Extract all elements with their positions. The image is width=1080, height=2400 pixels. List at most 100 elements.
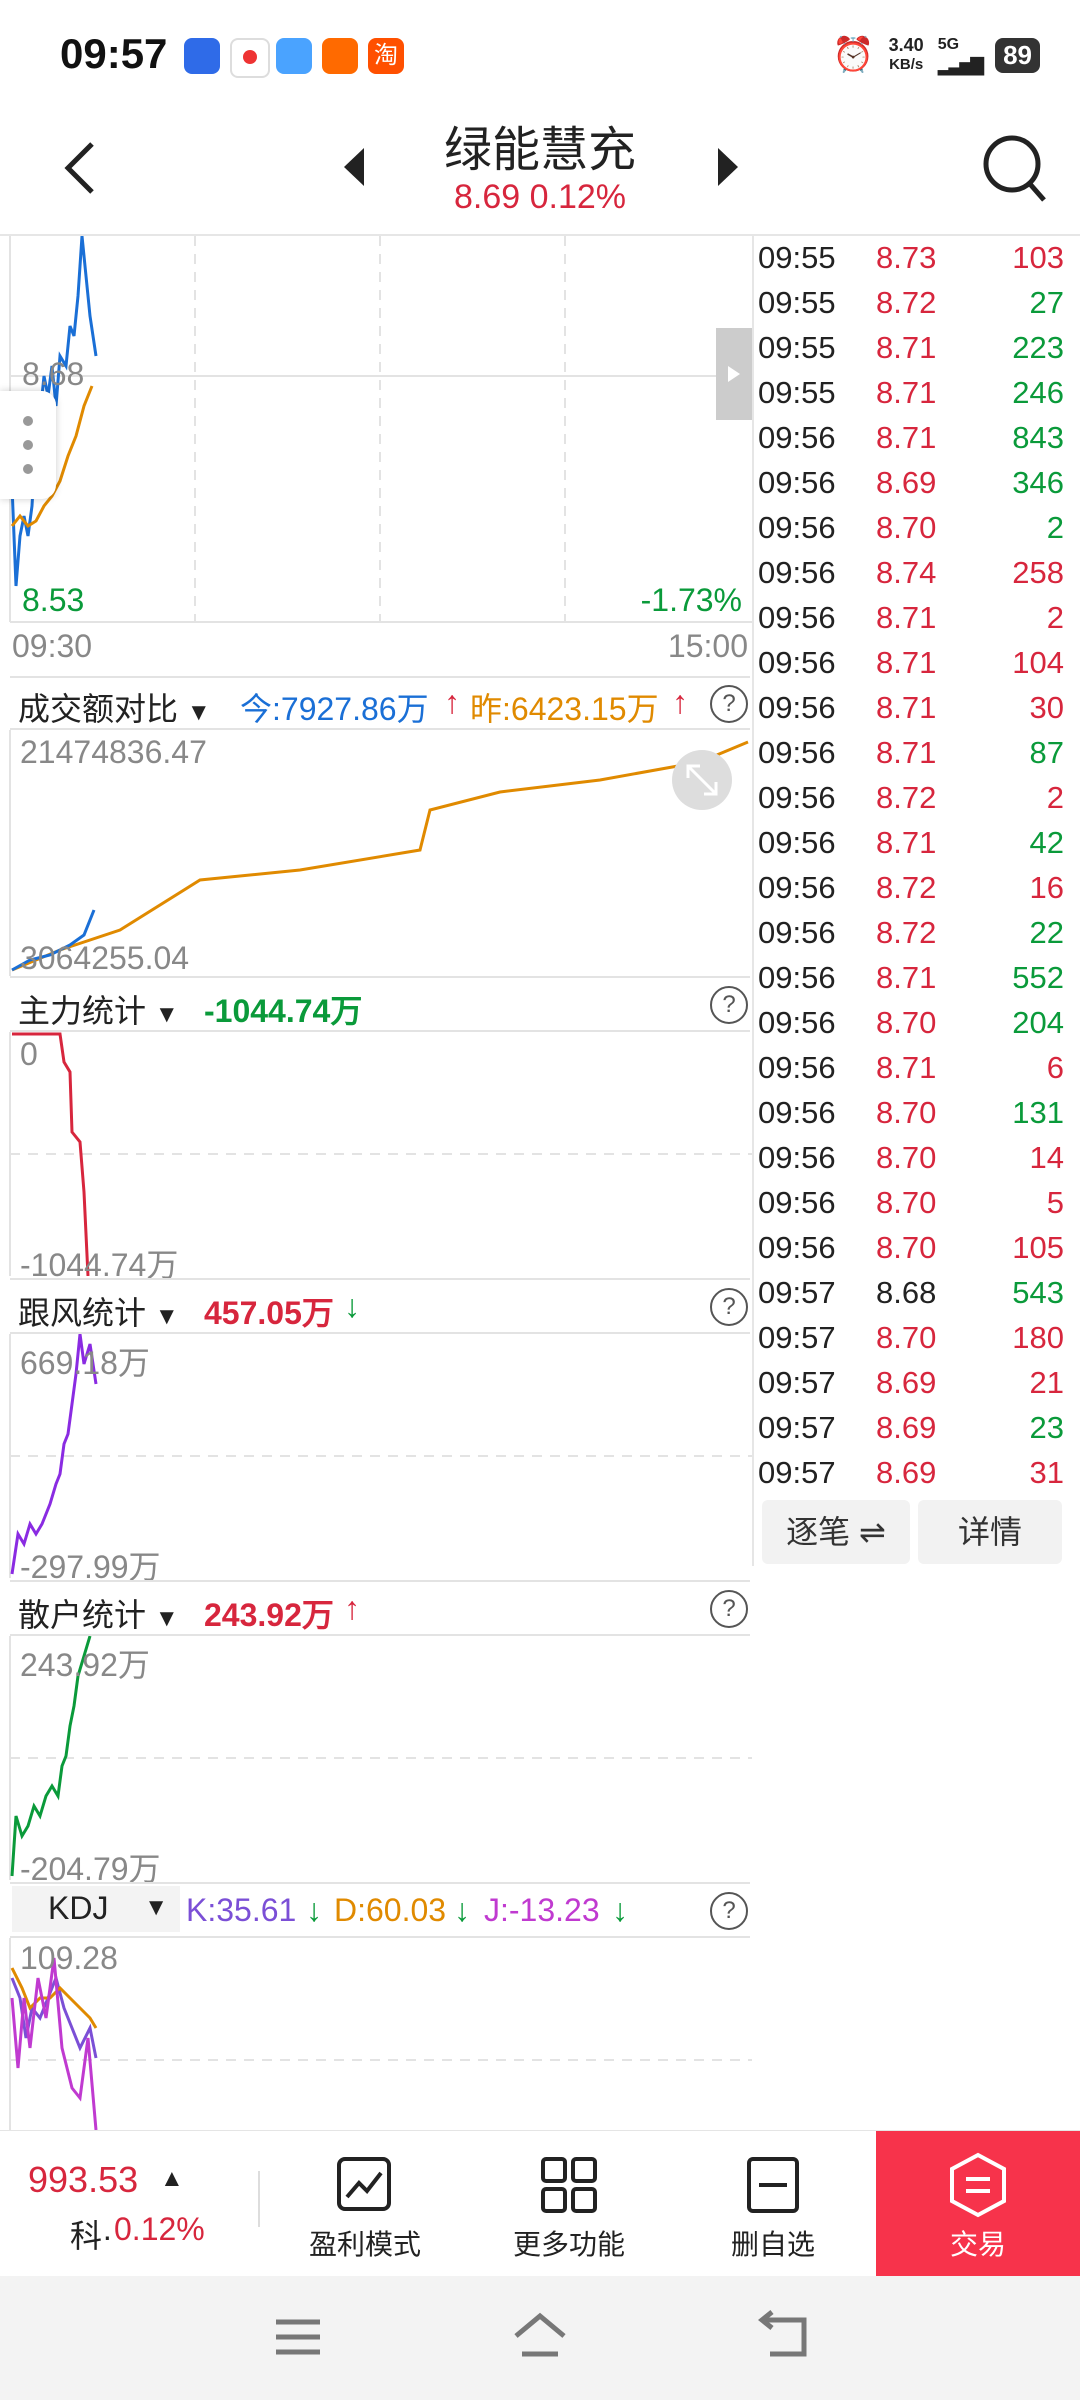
stock-header: 绿能慧充 8.69 0.12% bbox=[0, 110, 1080, 236]
help-icon[interactable]: ? bbox=[710, 685, 748, 723]
search-button[interactable] bbox=[980, 130, 1050, 215]
trade-button[interactable]: 交易 bbox=[876, 2131, 1080, 2277]
tick-price: 8.71 bbox=[876, 1050, 937, 1085]
tick-row: 09:57 8.69 23 bbox=[758, 1410, 1080, 1455]
tick-price: 8.69 bbox=[876, 1410, 937, 1445]
tick-price: 8.69 bbox=[876, 1455, 937, 1490]
help-icon[interactable]: ? bbox=[710, 1892, 748, 1930]
kdj-d: D:60.03 bbox=[334, 1892, 447, 1928]
tick-volume: 27 bbox=[1029, 285, 1064, 320]
tick-volume: 180 bbox=[1012, 1320, 1064, 1355]
index-value[interactable]: 993.53 bbox=[28, 2159, 138, 2201]
price-chart-svg bbox=[9, 235, 752, 623]
tick-row: 09:57 8.69 21 bbox=[758, 1365, 1080, 1410]
tick-price: 8.69 bbox=[876, 1365, 937, 1400]
tick-volume: 5 bbox=[1046, 1185, 1064, 1220]
next-stock-button[interactable] bbox=[712, 144, 742, 195]
tick-row: 09:56 8.72 2 bbox=[758, 780, 1080, 825]
tick-time: 09:55 bbox=[758, 240, 836, 275]
menu-nav-button[interactable] bbox=[270, 2312, 326, 2367]
tick-time: 09:56 bbox=[758, 510, 836, 545]
more-functions-button[interactable]: 更多功能 bbox=[494, 2131, 644, 2277]
tick-price: 8.74 bbox=[876, 555, 937, 590]
price-low-label: 8.53 bbox=[22, 582, 85, 618]
cloud-app-icon bbox=[276, 38, 312, 74]
tick-row: 09:56 8.71 87 bbox=[758, 735, 1080, 780]
tick-row: 09:56 8.71 6 bbox=[758, 1050, 1080, 1095]
tick-volume: 2 bbox=[1046, 510, 1064, 545]
tick-volume: 87 bbox=[1029, 735, 1064, 770]
tick-row: 09:56 8.70 204 bbox=[758, 1005, 1080, 1050]
tick-row: 09:56 8.71 552 bbox=[758, 960, 1080, 1005]
tick-row: 09:56 8.70 105 bbox=[758, 1230, 1080, 1275]
tick-price: 8.71 bbox=[876, 330, 937, 365]
expand-icon bbox=[686, 764, 718, 796]
tick-row: 09:56 8.71 30 bbox=[758, 690, 1080, 735]
tick-volume: 552 bbox=[1012, 960, 1064, 995]
tick-price: 8.70 bbox=[876, 1320, 937, 1355]
retail-title[interactable]: 散户统计 ▼ bbox=[18, 1590, 179, 1636]
side-menu-handle[interactable] bbox=[0, 391, 56, 499]
system-nav-bar bbox=[0, 2276, 1080, 2400]
fullscreen-button[interactable] bbox=[672, 750, 732, 810]
tick-volume: 22 bbox=[1029, 915, 1064, 950]
help-icon[interactable]: ? bbox=[710, 986, 748, 1024]
tick-volume: 21 bbox=[1029, 1365, 1064, 1400]
profit-mode-button[interactable]: 盈利模式 bbox=[290, 2131, 440, 2277]
tick-row: 09:56 8.72 22 bbox=[758, 915, 1080, 960]
tick-by-tick-button[interactable]: 逐笔 ⇌ bbox=[762, 1500, 910, 1564]
price-high-label: 8.68 bbox=[22, 356, 85, 392]
tick-volume: 204 bbox=[1012, 1005, 1064, 1040]
tick-row: 09:56 8.74 258 bbox=[758, 555, 1080, 600]
remove-watchlist-button[interactable]: 删自选 bbox=[698, 2131, 848, 2277]
tick-price: 8.70 bbox=[876, 1230, 937, 1265]
tick-time: 09:56 bbox=[758, 645, 836, 680]
stock-price-change: 8.69 0.12% bbox=[453, 178, 627, 216]
tick-price: 8.70 bbox=[876, 1005, 937, 1040]
kdj-k: K:35.61 bbox=[186, 1892, 297, 1928]
help-icon[interactable]: ? bbox=[710, 1590, 748, 1628]
tick-row: 09:56 8.71 42 bbox=[758, 825, 1080, 870]
back-nav-button[interactable] bbox=[756, 2308, 812, 2367]
tick-price: 8.72 bbox=[876, 285, 937, 320]
follow-title[interactable]: 跟风统计 ▼ bbox=[18, 1288, 179, 1334]
price-chart: 8.68 8.53 -1.73% 09:30 15:00 bbox=[0, 235, 752, 676]
main-force-title[interactable]: 主力统计 ▼ bbox=[18, 986, 179, 1032]
tick-time: 09:56 bbox=[758, 735, 836, 770]
panel-divider bbox=[752, 236, 754, 1566]
stock-name: 绿能慧充 bbox=[443, 124, 636, 177]
grid-icon bbox=[541, 2157, 597, 2213]
tick-price: 8.68 bbox=[876, 1275, 937, 1310]
follow-value: 457.05万 bbox=[204, 1295, 334, 1331]
tick-price: 8.71 bbox=[876, 960, 937, 995]
tick-price: 8.71 bbox=[876, 420, 937, 455]
index-change: 0.12% bbox=[114, 2211, 205, 2247]
tick-price: 8.71 bbox=[876, 735, 937, 770]
expand-ticks-button[interactable] bbox=[716, 328, 752, 420]
chart-start-time: 09:30 bbox=[12, 628, 93, 664]
kdj-max-label: 109.28 bbox=[20, 1940, 118, 1976]
tick-time: 09:56 bbox=[758, 1140, 836, 1175]
tick-list[interactable]: 09:55 8.73 103 09:55 8.72 27 09:55 8.71 223 09:55… bbox=[758, 240, 1080, 1490]
tick-row: 09:55 8.72 27 bbox=[758, 285, 1080, 330]
tick-volume: 31 bbox=[1029, 1455, 1064, 1490]
help-icon[interactable]: ? bbox=[710, 1288, 748, 1326]
tick-price: 8.71 bbox=[876, 375, 937, 410]
tick-row: 09:56 8.71 2 bbox=[758, 600, 1080, 645]
tick-price: 8.70 bbox=[876, 1185, 937, 1220]
details-button[interactable]: 详情 bbox=[918, 1500, 1062, 1564]
home-nav-button[interactable] bbox=[510, 2308, 570, 2367]
signal-type: 5G bbox=[937, 36, 960, 53]
tick-row: 09:56 8.70 131 bbox=[758, 1095, 1080, 1140]
dropdown-icon: ▼ bbox=[154, 1605, 179, 1632]
tick-time: 09:55 bbox=[758, 375, 836, 410]
up-arrow-icon: ↑ bbox=[444, 684, 460, 720]
kdj-selector[interactable]: KDJ ▼ bbox=[12, 1886, 180, 1932]
tick-time: 09:55 bbox=[758, 285, 836, 320]
status-right: ⏰ 3.40 KB/s 5G ▂▃▅▇ 89 bbox=[832, 30, 1040, 80]
turnover-title[interactable]: 成交额对比 ▼ bbox=[18, 684, 211, 730]
tick-time: 09:56 bbox=[758, 825, 836, 860]
tick-volume: 42 bbox=[1029, 825, 1064, 860]
tick-time: 09:56 bbox=[758, 555, 836, 590]
tick-time: 09:56 bbox=[758, 960, 836, 995]
